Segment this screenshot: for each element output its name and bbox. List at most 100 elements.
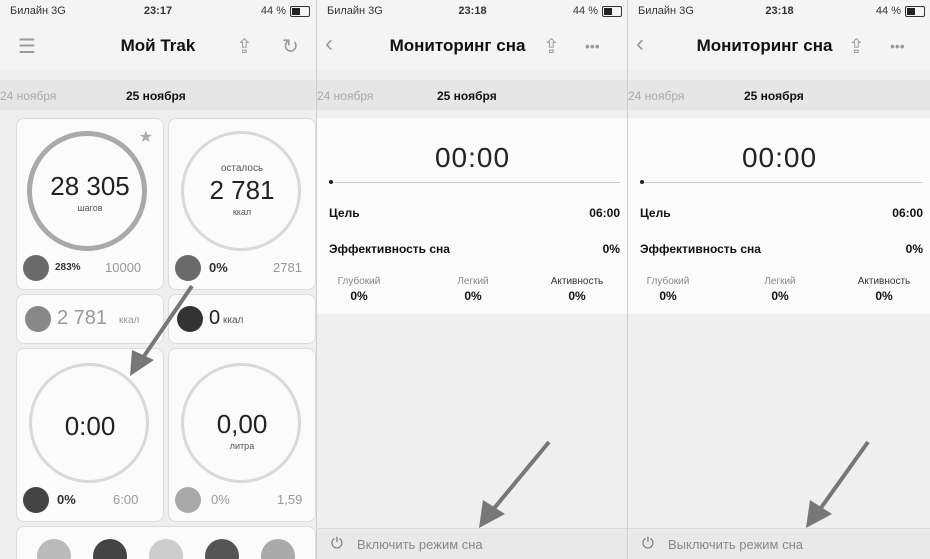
phone-screen-sleep-monitor-1: Билайн 3G 23:18 44 % ‹ Мониторинг сна ⇪ … bbox=[316, 0, 628, 559]
battery-percent: 44 % bbox=[572, 5, 598, 17]
nav-bar: ☰ Мой Trak ⇪ ↻ bbox=[0, 22, 316, 70]
status-time: 23:18 bbox=[458, 5, 487, 17]
light-label: Легкий bbox=[457, 276, 489, 287]
efficiency-label: Эффективность сна bbox=[329, 242, 450, 256]
status-bar: Билайн 3G 23:18 44 % bbox=[628, 0, 930, 22]
more-icon[interactable]: ••• bbox=[585, 38, 600, 54]
deep-value: 0% bbox=[350, 289, 368, 303]
calories-goal: 2781 bbox=[273, 260, 302, 275]
sleep-mode-label: Выключить режим сна bbox=[668, 537, 804, 552]
sleep-timeline bbox=[640, 182, 923, 183]
water-value: 0,00 bbox=[216, 409, 268, 439]
activity-label: Активность bbox=[857, 276, 911, 287]
calories-left-card[interactable]: осталось 2 781 ккал 0% 2781 bbox=[168, 118, 316, 290]
goal-row: Цель 06:00 bbox=[640, 206, 923, 220]
date-prev[interactable]: 24 ноября bbox=[317, 89, 373, 103]
share-icon[interactable]: ⇪ bbox=[543, 34, 560, 59]
page-title: Мониторинг сна bbox=[696, 36, 833, 55]
date-prev[interactable]: 24 ноября bbox=[628, 89, 684, 103]
food-unit: ккал bbox=[223, 315, 244, 326]
efficiency-value: 0% bbox=[905, 242, 923, 256]
goal-value: 06:00 bbox=[892, 206, 923, 220]
status-time: 23:18 bbox=[765, 5, 794, 17]
water-unit: литра bbox=[229, 441, 255, 451]
sleep-mode-toggle[interactable]: ⏻ Выключить режим сна bbox=[628, 528, 930, 559]
date-current[interactable]: 25 ноября bbox=[437, 89, 497, 103]
stat-light: Легкий 0% bbox=[433, 276, 513, 303]
steps-card[interactable]: ★ 28 305 шагов 283% 10000 bbox=[16, 118, 164, 290]
water-drop-icon bbox=[175, 487, 201, 513]
share-icon[interactable]: ⇪ bbox=[848, 34, 865, 59]
sleep-value: 0:00 bbox=[64, 411, 116, 441]
star-icon[interactable]: ★ bbox=[139, 127, 153, 147]
light-label: Легкий bbox=[764, 276, 796, 287]
sleep-summary-card: 00:00 Цель 06:00 Эффективность сна 0% Гл… bbox=[628, 118, 930, 314]
status-bar: Билайн 3G 23:18 44 % bbox=[317, 0, 628, 22]
date-prev[interactable]: 24 ноября bbox=[0, 89, 56, 103]
calories-left-unit: ккал bbox=[232, 207, 252, 217]
deep-label: Глубокий bbox=[337, 276, 381, 287]
stat-deep: Глубокий 0% bbox=[319, 276, 399, 303]
timeline-marker bbox=[329, 180, 333, 184]
steps-goal: 10000 bbox=[105, 260, 142, 275]
page-title: Мониторинг сна bbox=[389, 36, 526, 55]
annotation-arrow bbox=[130, 284, 194, 376]
annotation-arrow bbox=[479, 440, 551, 528]
deep-label: Глубокий bbox=[646, 276, 690, 287]
date-selector: 24 ноября 25 ноября bbox=[0, 80, 316, 110]
sleep-timer: 00:00 bbox=[434, 142, 511, 173]
date-current[interactable]: 25 ноября bbox=[744, 89, 804, 103]
efficiency-row: Эффективность сна 0% bbox=[640, 242, 923, 256]
more-icon[interactable]: ••• bbox=[890, 38, 905, 54]
goal-row: Цель 06:00 bbox=[329, 206, 620, 220]
calories-pct: 0% bbox=[209, 260, 228, 275]
page-title: Мой Trak bbox=[120, 36, 196, 55]
battery-percent: 44 % bbox=[875, 5, 901, 17]
sleep-timer: 00:00 bbox=[741, 142, 818, 173]
goal-label: Цель bbox=[640, 206, 671, 220]
back-icon[interactable]: ‹ bbox=[636, 30, 644, 58]
shortcut-icon-3[interactable] bbox=[149, 539, 183, 559]
date-selector: 24 ноября 25 ноября bbox=[628, 80, 930, 110]
goal-value: 06:00 bbox=[589, 206, 620, 220]
phone-screen-my-trak: Билайн 3G 23:17 44 % ☰ Мой Trak ⇪ ↻ 24 н… bbox=[0, 0, 316, 559]
activity-value: 0% bbox=[875, 289, 893, 303]
calories-left-label: осталось bbox=[220, 163, 264, 174]
steps-unit: шагов bbox=[77, 203, 103, 213]
sleep-mode-label: Включить режим сна bbox=[357, 537, 483, 552]
shortcut-icon-5[interactable] bbox=[261, 539, 295, 559]
efficiency-row: Эффективность сна 0% bbox=[329, 242, 620, 256]
light-value: 0% bbox=[464, 289, 482, 303]
battery-icon bbox=[602, 6, 622, 17]
share-icon[interactable]: ⇪ bbox=[236, 34, 253, 59]
stat-activity: Активность 0% bbox=[844, 276, 924, 303]
sleep-goal: 6:00 bbox=[113, 492, 139, 507]
date-selector: 24 ноября 25 ноября bbox=[317, 80, 628, 110]
date-current[interactable]: 25 ноября bbox=[126, 89, 186, 103]
burned-value: 2 781 bbox=[57, 307, 108, 329]
water-goal: 1,59 bbox=[277, 492, 303, 507]
water-pct: 0% bbox=[211, 492, 230, 507]
efficiency-label: Эффективность сна bbox=[640, 242, 761, 256]
stat-light: Легкий 0% bbox=[740, 276, 820, 303]
activity-value: 0% bbox=[568, 289, 586, 303]
shortcut-icon-2[interactable] bbox=[93, 539, 127, 559]
shortcut-icon-4[interactable] bbox=[205, 539, 239, 559]
goal-label: Цель bbox=[329, 206, 360, 220]
shortcut-icon-1[interactable] bbox=[37, 539, 71, 559]
deep-value: 0% bbox=[659, 289, 677, 303]
calories-left-value: 2 781 bbox=[209, 175, 275, 205]
stat-activity: Активность 0% bbox=[537, 276, 617, 303]
battery-percent: 44 % bbox=[260, 5, 286, 17]
timeline-marker bbox=[640, 180, 644, 184]
battery-icon bbox=[290, 6, 310, 17]
back-icon[interactable]: ‹ bbox=[325, 30, 333, 58]
sleep-pct: 0% bbox=[57, 492, 76, 507]
power-icon: ⏻ bbox=[331, 535, 343, 552]
annotation-arrow bbox=[806, 440, 870, 528]
carrier-label: Билайн 3G bbox=[327, 5, 383, 17]
carrier-label: Билайн 3G bbox=[638, 5, 694, 17]
stat-deep: Глубокий 0% bbox=[628, 276, 708, 303]
refresh-icon[interactable]: ↻ bbox=[282, 34, 299, 59]
power-icon: ⏻ bbox=[642, 535, 654, 552]
